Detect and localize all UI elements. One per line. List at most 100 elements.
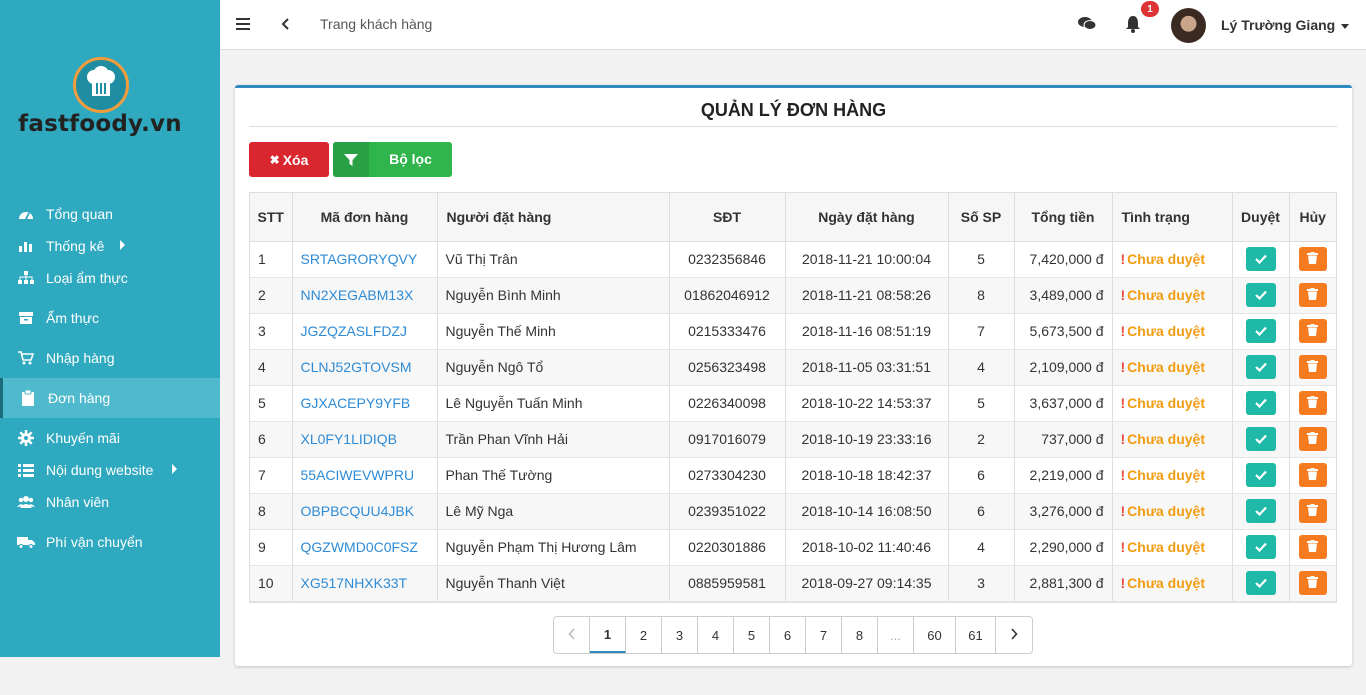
pagination-prev[interactable] <box>554 617 590 653</box>
pagination-page[interactable]: 4 <box>698 617 734 653</box>
pagination-page[interactable]: 60 <box>914 617 956 653</box>
pagination-page[interactable]: 8 <box>842 617 878 653</box>
sidebar-item-loai-am-thuc[interactable]: Loại ẩm thực <box>0 258 220 298</box>
filter-button[interactable]: Bộ lọc <box>333 142 452 177</box>
pagination-page[interactable]: 3 <box>662 617 698 653</box>
trash-icon <box>1307 431 1319 447</box>
sidebar-item-don-hang[interactable]: Đơn hàng <box>0 378 220 418</box>
sidebar-item-nhan-vien[interactable]: Nhân viên <box>0 482 220 522</box>
chat-icon[interactable] <box>1078 16 1097 32</box>
table-row[interactable]: 7 55ACIWEVWPRU Phan Thế Tường 0273304230 201… <box>250 457 1336 494</box>
cell-approve <box>1232 565 1290 602</box>
cancel-button[interactable] <box>1298 463 1327 487</box>
chevron-down-icon[interactable] <box>1341 24 1349 29</box>
breadcrumb[interactable]: Trang khách hàng <box>320 16 432 32</box>
cell-phone: 0220301886 <box>669 529 786 566</box>
order-code-link[interactable]: 55ACIWEVWPRU <box>292 457 438 494</box>
sidebar-item-phi-van-chuyen[interactable]: Phí vận chuyển <box>0 522 220 562</box>
table-row[interactable]: 3 JGZQZASLFDZJ Nguyễn Thế Minh 0215333476 20… <box>250 313 1336 350</box>
approve-button[interactable] <box>1245 247 1276 271</box>
cancel-button[interactable] <box>1298 319 1327 343</box>
cell-cancel <box>1289 457 1336 494</box>
delete-button[interactable]: ✖ Xóa <box>249 142 329 177</box>
order-code-link[interactable]: XL0FY1LIDIQB <box>292 421 438 458</box>
cell-cancel <box>1289 529 1336 566</box>
order-code-link[interactable]: SRTAGRORYQVY <box>292 241 438 278</box>
table-row[interactable]: 8 OBPBCQUU4JBK Lê Mỹ Nga 0239351022 2018-10-… <box>250 493 1336 530</box>
status-badge: ! Chưa duyệt <box>1112 493 1233 530</box>
col-header-so-sp[interactable]: Số SP <box>948 193 1015 242</box>
cancel-button[interactable] <box>1298 571 1327 595</box>
bar-chart-icon <box>16 238 36 254</box>
cancel-button[interactable] <box>1298 499 1327 523</box>
cell-customer: Vũ Thị Trân <box>437 241 670 278</box>
cell-total: 2,881,300 đ <box>1014 565 1113 602</box>
check-icon <box>1254 251 1267 267</box>
approve-button[interactable] <box>1245 571 1276 595</box>
pagination-page[interactable]: 61 <box>956 617 996 653</box>
approve-button[interactable] <box>1245 283 1276 307</box>
col-header-ngay-dat-hang[interactable]: Ngày đặt hàng <box>785 193 949 242</box>
approve-button[interactable] <box>1245 427 1276 451</box>
pagination-page[interactable]: 2 <box>626 617 662 653</box>
table-row[interactable]: 2 NN2XEGABM13X Nguyễn Bình Minh 01862046912… <box>250 277 1336 314</box>
pagination-page[interactable]: 6 <box>770 617 806 653</box>
pagination-page[interactable]: 1 <box>590 617 626 653</box>
chevron-right-icon <box>1010 627 1018 643</box>
order-code-link[interactable]: CLNJ52GTOVSM <box>292 349 438 386</box>
table-row[interactable]: 4 CLNJ52GTOVSM Nguyễn Ngô Tổ 0256323498 2018… <box>250 349 1336 386</box>
col-header-tinh-trang[interactable]: Tình trạng <box>1112 193 1233 242</box>
pagination-page[interactable]: 7 <box>806 617 842 653</box>
approve-button[interactable] <box>1245 355 1276 379</box>
sidebar-item-label: Phí vận chuyển <box>46 534 143 550</box>
cancel-button[interactable] <box>1298 355 1327 379</box>
table-row[interactable]: 6 XL0FY1LIDIQB Trần Phan Vĩnh Hải 091701607… <box>250 421 1336 458</box>
table-row[interactable]: 1 SRTAGRORYQVY Vũ Thị Trân 0232356846 2018-1… <box>250 241 1336 278</box>
approve-button[interactable] <box>1245 535 1276 559</box>
approve-button[interactable] <box>1245 499 1276 523</box>
cancel-button[interactable] <box>1298 391 1327 415</box>
cancel-button[interactable] <box>1298 427 1327 451</box>
approve-button[interactable] <box>1245 391 1276 415</box>
cancel-button[interactable] <box>1298 247 1327 271</box>
order-code-link[interactable]: XG517NHXK33T <box>292 565 438 602</box>
order-code-link[interactable]: OBPBCQUU4JBK <box>292 493 438 530</box>
order-code-link[interactable]: GJXACEPY9YFB <box>292 385 438 422</box>
clipboard-icon <box>18 390 38 406</box>
cell-approve <box>1232 493 1290 530</box>
sidebar-item-label: Khuyến mãi <box>46 430 120 446</box>
cell-phone: 0239351022 <box>669 493 786 530</box>
cell-qty: 8 <box>948 277 1015 314</box>
avatar[interactable] <box>1171 8 1206 43</box>
col-header-tong-tien[interactable]: Tổng tiền <box>1014 193 1113 242</box>
table-row[interactable]: 10 XG517NHXK33T Nguyễn Thanh Việt 088595958… <box>250 565 1336 602</box>
cancel-button[interactable] <box>1298 535 1327 559</box>
trash-icon <box>1307 575 1319 591</box>
brand-logo[interactable]: fastfoody.vn <box>0 55 220 145</box>
approve-button[interactable] <box>1245 319 1276 343</box>
status-badge: ! Chưa duyệt <box>1112 565 1233 602</box>
chevron-left-icon[interactable] <box>280 16 292 32</box>
col-header-sdt[interactable]: SĐT <box>669 193 786 242</box>
trash-icon <box>1307 395 1319 411</box>
table-row[interactable]: 9 QGZWMD0C0FSZ Nguyễn Phạm Thị Hương Lâm 02… <box>250 529 1336 566</box>
cancel-button[interactable] <box>1298 283 1327 307</box>
status-text: Chưa duyệt <box>1127 287 1205 303</box>
user-name[interactable]: Lý Trường Giang <box>1221 17 1335 33</box>
col-header-nguoi-dat-hang[interactable]: Người đặt hàng <box>437 193 670 242</box>
bell-icon[interactable] <box>1125 15 1141 33</box>
col-header-ma-don-hang[interactable]: Mã đơn hàng <box>292 193 438 242</box>
sidebar-item-am-thuc[interactable]: Ẩm thực <box>0 298 220 338</box>
order-code-link[interactable]: JGZQZASLFDZJ <box>292 313 438 350</box>
pagination-page[interactable]: 5 <box>734 617 770 653</box>
status-text: Chưa duyệt <box>1127 251 1205 267</box>
approve-button[interactable] <box>1245 463 1276 487</box>
table-row[interactable]: 5 GJXACEPY9YFB Lê Nguyễn Tuấn Minh 02263400… <box>250 385 1336 422</box>
pagination-next[interactable] <box>996 617 1032 653</box>
exclamation-icon: ! <box>1120 431 1126 447</box>
order-code-link[interactable]: NN2XEGABM13X <box>292 277 438 314</box>
order-code-link[interactable]: QGZWMD0C0FSZ <box>292 529 438 566</box>
sidebar-item-nhap-hang[interactable]: Nhập hàng <box>0 338 220 378</box>
chef-hat-icon <box>73 57 129 113</box>
hamburger-icon[interactable] <box>236 18 250 30</box>
